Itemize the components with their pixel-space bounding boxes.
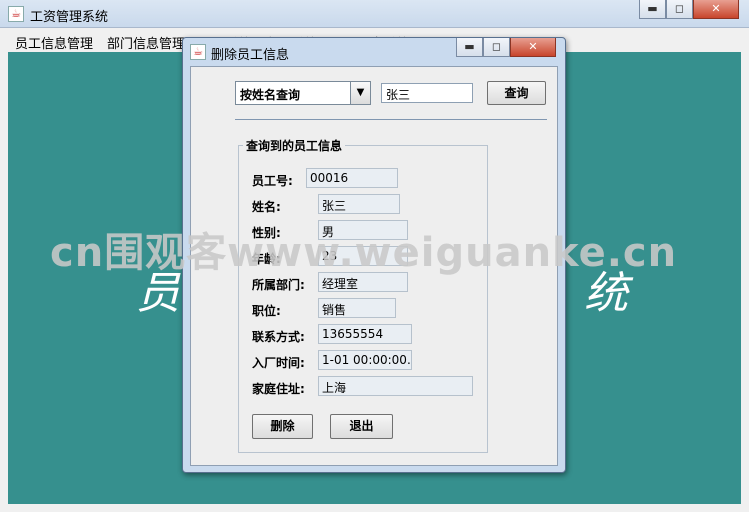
main-window-title: 工资管理系统 bbox=[30, 10, 109, 25]
name-label: 姓名: bbox=[252, 200, 281, 214]
watermark-overlay: cn围观客www.weiguanke.cn bbox=[50, 230, 678, 276]
main-title-bar: ☕ 工资管理系统 ▬ ◻ ✕ bbox=[0, 0, 749, 28]
query-button[interactable]: 查询 bbox=[487, 81, 546, 105]
hire-date-label: 入厂时间: bbox=[252, 356, 305, 370]
dialog-title: 删除员工信息 bbox=[211, 48, 290, 63]
java-app-icon: ☕ bbox=[190, 44, 206, 60]
search-input[interactable]: 张三 bbox=[381, 83, 473, 103]
close-button[interactable]: ✕ bbox=[693, 0, 739, 19]
employee-id-label: 员工号: bbox=[252, 174, 293, 188]
menu-department-info[interactable]: 部门信息管理 bbox=[100, 30, 192, 52]
dialog-title-bar: ☕ 删除员工信息 ▬ ◻ ✕ bbox=[183, 38, 565, 66]
search-mode-value: 按姓名查询 bbox=[240, 88, 301, 102]
contact-field: 13655554 bbox=[318, 324, 412, 344]
dialog-maximize-button[interactable]: ◻ bbox=[483, 38, 510, 57]
java-app-icon: ☕ bbox=[8, 6, 24, 22]
maximize-button[interactable]: ◻ bbox=[666, 0, 693, 19]
exit-button[interactable]: 退出 bbox=[330, 414, 393, 439]
name-field: 张三 bbox=[318, 194, 400, 214]
dialog-window-controls: ▬ ◻ ✕ bbox=[456, 38, 556, 58]
address-field: 上海 bbox=[318, 376, 473, 396]
dialog-minimize-button[interactable]: ▬ bbox=[456, 38, 483, 57]
search-mode-select[interactable]: 按姓名查询 ▼ bbox=[235, 81, 371, 105]
position-field: 销售 bbox=[318, 298, 396, 318]
employee-id-field: 00016 bbox=[306, 168, 398, 188]
main-window-controls: ▬ ◻ ✕ bbox=[639, 0, 739, 20]
delete-button[interactable]: 删除 bbox=[252, 414, 313, 439]
address-label: 家庭住址: bbox=[252, 382, 305, 396]
group-title: 查询到的员工信息 bbox=[243, 137, 346, 154]
department-label: 所属部门: bbox=[252, 278, 305, 292]
position-label: 职位: bbox=[252, 304, 281, 318]
menu-employee-info[interactable]: 员工信息管理 bbox=[8, 30, 100, 52]
chevron-down-icon[interactable]: ▼ bbox=[350, 82, 370, 104]
hire-date-field: 1-01 00:00:00.0 bbox=[318, 350, 412, 370]
contact-label: 联系方式: bbox=[252, 330, 305, 344]
separator bbox=[235, 119, 547, 120]
dialog-close-button[interactable]: ✕ bbox=[510, 38, 556, 57]
minimize-button[interactable]: ▬ bbox=[639, 0, 666, 19]
